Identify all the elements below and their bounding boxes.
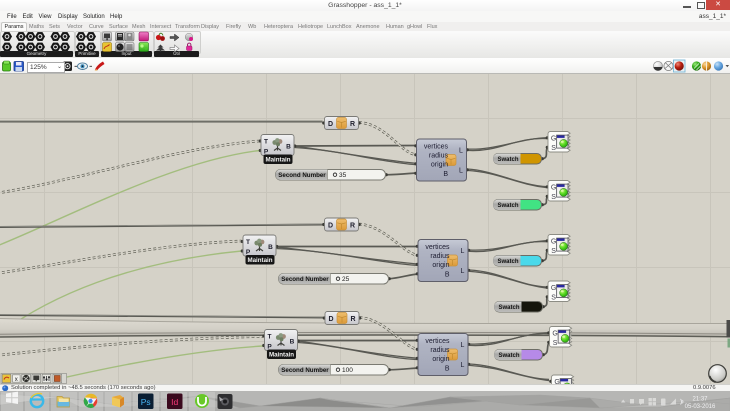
svg-text:Ps: Ps — [141, 396, 151, 406]
svg-text:21:37: 21:37 — [692, 396, 708, 402]
svg-text:25: 25 — [342, 276, 350, 283]
svg-text:05-03-2016: 05-03-2016 — [685, 404, 716, 410]
svg-text:Id: Id — [171, 396, 178, 406]
svg-text:100: 100 — [342, 367, 353, 374]
svg-text:35: 35 — [339, 172, 347, 179]
svg-text:x: x — [15, 377, 18, 383]
